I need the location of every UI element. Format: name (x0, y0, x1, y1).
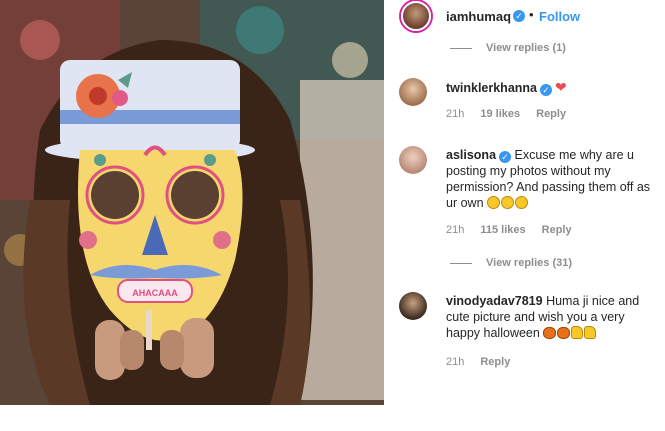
reply-button[interactable]: Reply (542, 224, 572, 236)
commenter-avatar[interactable] (399, 78, 427, 106)
crying-laughing-face-icon (501, 196, 515, 209)
pumpkin-icon (543, 327, 557, 339)
emoji-group (543, 326, 597, 340)
view-replies-label: View replies (31) (486, 257, 573, 269)
reply-button[interactable]: Reply (536, 108, 566, 120)
post-photo[interactable]: AHACAAA (0, 0, 384, 405)
comment-text: vinodyadav7819 Huma ji nice and cute pic… (446, 293, 651, 341)
thumbs-up-icon (584, 326, 597, 339)
header-separator: • (529, 7, 534, 22)
crying-laughing-face-icon (515, 196, 529, 209)
emoji-group (487, 196, 529, 210)
comment-time: 21h (446, 108, 465, 120)
verified-badge-icon: ✓ (540, 84, 552, 96)
post-header: iamhumaq ✓ • Follow (384, 0, 665, 34)
bottom-margin (0, 405, 665, 431)
comment-text: twinklerkhanna ✓ ❤ (446, 79, 658, 96)
crying-laughing-face-icon (487, 196, 501, 209)
comment-meta: 21h 115 likes Reply (446, 224, 588, 236)
commenter-username[interactable]: vinodyadav7819 (446, 294, 543, 308)
post-image: AHACAAA (0, 0, 384, 405)
commenter-avatar[interactable] (399, 146, 427, 174)
view-replies-button[interactable]: View replies (1) (450, 42, 566, 54)
replies-divider (450, 262, 472, 264)
commenter-avatar[interactable] (399, 292, 427, 320)
replies-divider (450, 47, 472, 49)
comment-time: 21h (446, 356, 465, 368)
comment-time: 21h (446, 224, 465, 236)
verified-badge-icon: ✓ (513, 10, 525, 22)
comments-panel: iamhumaq ✓ • Follow View replies (1) twi… (384, 0, 665, 405)
commenter-username[interactable]: aslisona (446, 148, 496, 162)
commenter-username[interactable]: twinklerkhanna (446, 81, 537, 95)
reply-button[interactable]: Reply (480, 356, 510, 368)
mask-teeth-text: AHACAAA (132, 288, 178, 298)
thumbs-up-icon (571, 326, 584, 339)
pumpkin-icon (557, 327, 571, 339)
comment-meta: 21h 19 likes Reply (446, 108, 582, 120)
comment-likes[interactable]: 115 likes (480, 224, 525, 236)
view-replies-button[interactable]: View replies (31) (450, 257, 572, 269)
view-replies-label: View replies (1) (486, 42, 566, 54)
author-username[interactable]: iamhumaq (446, 9, 511, 24)
verified-badge-icon: ✓ (499, 151, 512, 163)
red-heart-emoji-icon: ❤ (555, 79, 567, 95)
comment-text: aslisona ✓ Excuse me why are u posting my… (446, 147, 658, 211)
follow-button[interactable]: Follow (539, 9, 580, 24)
comment-meta: 21h Reply (446, 356, 526, 368)
author-avatar[interactable] (401, 1, 431, 31)
comment-likes[interactable]: 19 likes (480, 108, 520, 120)
